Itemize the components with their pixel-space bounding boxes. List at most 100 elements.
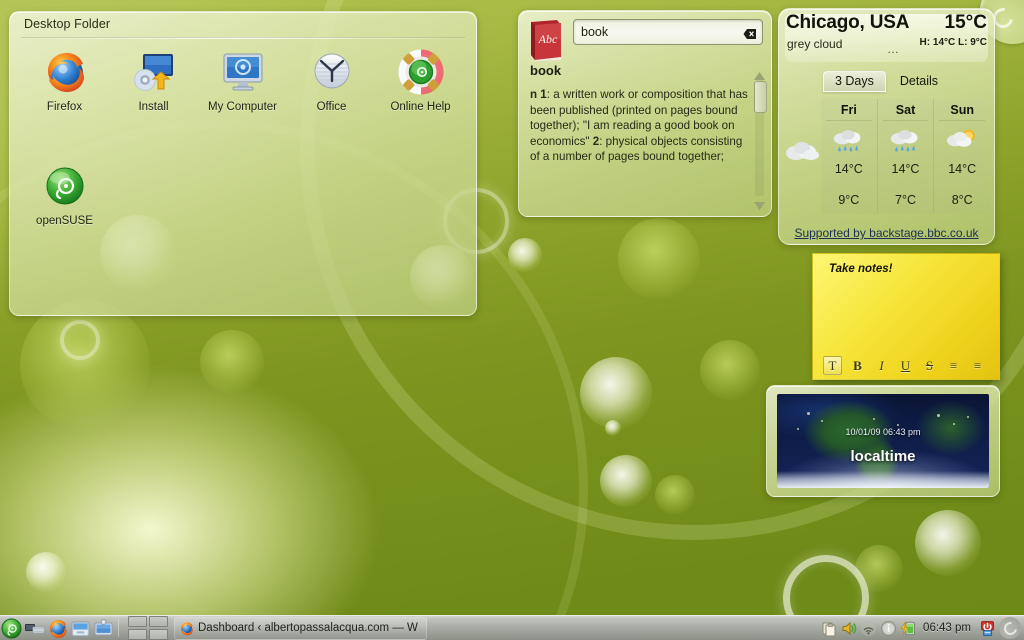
wallpaper-bubble bbox=[915, 510, 981, 576]
panel-separator bbox=[118, 619, 119, 637]
wallpaper-bubble bbox=[618, 218, 700, 300]
desktop-icon-label: Office bbox=[316, 101, 347, 113]
pager-desktop-4[interactable] bbox=[149, 629, 168, 640]
office-clock-icon bbox=[308, 48, 356, 96]
desktop-icon-label: Firefox bbox=[46, 101, 83, 113]
desktop-icon-install[interactable]: Install bbox=[109, 42, 198, 118]
dictionary-search-input[interactable]: book bbox=[573, 19, 763, 45]
worldmap-widget[interactable]: 10/01/09 06:43 pm localtime bbox=[766, 385, 1000, 497]
forecast-day-name: Fri bbox=[840, 103, 857, 117]
tab-details[interactable]: Details bbox=[888, 71, 950, 92]
dictionary-scrollbar[interactable] bbox=[753, 68, 767, 210]
desktop-folder-widget[interactable]: Desktop Folder Firefox Install My Comput… bbox=[9, 11, 477, 316]
dictionary-book-icon: Abc bbox=[527, 19, 565, 61]
taskbar-panel[interactable]: Dashboard ‹ albertopassalacqua.com — W 0… bbox=[0, 615, 1024, 640]
shutdown-logout-icon[interactable] bbox=[979, 620, 996, 637]
forecast-low: 8°C bbox=[951, 193, 973, 207]
city-light bbox=[897, 424, 899, 426]
wallpaper-bubble bbox=[700, 340, 760, 400]
city-light bbox=[873, 418, 875, 420]
weather-widget[interactable]: Chicago, USA 15°C grey cloud … H: 14°C L… bbox=[778, 8, 995, 245]
notifications-info-icon[interactable] bbox=[880, 620, 897, 637]
install-disc-icon bbox=[130, 48, 178, 96]
task-entry[interactable]: Dashboard ‹ albertopassalacqua.com — W bbox=[174, 616, 427, 640]
pager-desktop-2[interactable] bbox=[149, 616, 168, 627]
desktop-pager[interactable] bbox=[128, 616, 168, 640]
desktop-icon-office[interactable]: Office bbox=[287, 42, 376, 118]
network-wireless-icon[interactable] bbox=[860, 620, 877, 637]
weather-location: Chicago, USA bbox=[786, 12, 910, 33]
launcher-display-settings[interactable] bbox=[93, 618, 114, 639]
italic-button[interactable]: I bbox=[873, 357, 890, 374]
city-light bbox=[821, 420, 823, 422]
forecast-divider bbox=[939, 120, 986, 121]
desktop-icon-online-help[interactable]: Online Help bbox=[376, 42, 465, 118]
volume-speaker-icon[interactable] bbox=[840, 620, 857, 637]
desktop-icon-my-computer[interactable]: My Computer bbox=[198, 42, 287, 118]
system-tray: 06:43 pm bbox=[820, 617, 1024, 639]
wallpaper-bubble bbox=[605, 420, 621, 436]
online-help-lifering-icon bbox=[397, 48, 445, 96]
bold-button[interactable]: B bbox=[849, 357, 866, 374]
clear-backspace-icon[interactable] bbox=[743, 27, 757, 39]
weather-tabs: 3 Days Details bbox=[779, 71, 994, 92]
launcher-file-manager[interactable] bbox=[70, 618, 91, 639]
desktop-folder-title: Desktop Folder bbox=[24, 17, 111, 31]
notes-toolbar: T B I U S ≡ ≡ bbox=[823, 356, 986, 375]
weather-ellipsis: … bbox=[887, 42, 900, 56]
cloud-icon bbox=[783, 137, 823, 163]
desktop-icon-label: Install bbox=[138, 101, 169, 113]
align-center-button[interactable]: ≡ bbox=[945, 357, 962, 374]
panel-clock[interactable]: 06:43 pm bbox=[920, 622, 976, 634]
wallpaper-ring bbox=[60, 320, 100, 360]
pager-desktop-1[interactable] bbox=[128, 616, 147, 627]
wallpaper-bubble bbox=[200, 330, 264, 394]
wallpaper-bubble bbox=[20, 300, 150, 430]
notes-widget[interactable]: Take notes! T B I U S ≡ ≡ bbox=[812, 253, 1000, 380]
forecast-day: Fri 14°C 9°C bbox=[821, 99, 877, 214]
wallpaper-bubble bbox=[655, 475, 695, 515]
my-computer-icon bbox=[219, 48, 267, 96]
font-button[interactable]: T bbox=[823, 356, 842, 375]
scrollbar-thumb[interactable] bbox=[754, 81, 767, 113]
forecast-low: 7°C bbox=[895, 193, 916, 207]
show-desktop[interactable] bbox=[24, 618, 45, 639]
clipboard-klipper-icon[interactable] bbox=[820, 620, 837, 637]
worldmap-timestamp: 10/01/09 06:43 pm bbox=[845, 427, 921, 437]
forecast-day-name: Sun bbox=[950, 103, 974, 117]
battery-charging-icon[interactable] bbox=[900, 620, 917, 637]
dictionary-widget[interactable]: Abc book book n 1: a written work or com… bbox=[518, 10, 772, 217]
wallpaper-bubble bbox=[26, 552, 66, 592]
weather-current-temperature: 15°C bbox=[944, 12, 987, 33]
desktop-icon-opensuse[interactable]: openSUSE bbox=[20, 156, 109, 232]
kickoff-opensuse-menu[interactable] bbox=[1, 618, 22, 639]
panel-cashew-icon[interactable] bbox=[999, 617, 1021, 639]
forecast-divider bbox=[882, 120, 929, 121]
notes-text-area[interactable]: Take notes! bbox=[829, 263, 989, 275]
desktop-icon-firefox[interactable]: Firefox bbox=[20, 42, 109, 118]
forecast-divider bbox=[826, 120, 872, 121]
pager-column bbox=[149, 616, 168, 640]
strikethrough-button[interactable]: S bbox=[921, 357, 938, 374]
antarctica-icecap bbox=[777, 471, 989, 488]
forecast-high: 14°C bbox=[834, 162, 863, 176]
scroll-down-arrow-icon[interactable] bbox=[753, 198, 766, 210]
scroll-up-arrow-icon[interactable] bbox=[753, 68, 766, 80]
city-light bbox=[807, 412, 810, 415]
weather-high-low: H: 14°C L: 9°C bbox=[919, 37, 987, 48]
wallpaper-bubble bbox=[855, 545, 903, 593]
launcher-firefox[interactable] bbox=[47, 618, 68, 639]
pager-desktop-3[interactable] bbox=[128, 629, 147, 640]
city-light bbox=[937, 414, 940, 417]
task-list: Dashboard ‹ albertopassalacqua.com — W bbox=[174, 616, 820, 640]
weather-credit-link[interactable]: Supported by backstage.bbc.co.uk bbox=[779, 226, 994, 240]
underline-button[interactable]: U bbox=[897, 357, 914, 374]
worldmap-label: localtime bbox=[850, 448, 916, 465]
svg-text:Abc: Abc bbox=[538, 32, 558, 46]
dictionary-headword: book bbox=[530, 63, 562, 78]
tab-3-days[interactable]: 3 Days bbox=[822, 71, 886, 92]
desktop-root[interactable]: Desktop Folder Firefox Install My Comput… bbox=[0, 0, 1024, 640]
desktop-icon-label: Online Help bbox=[390, 101, 451, 113]
align-justify-button[interactable]: ≡ bbox=[969, 357, 986, 374]
definition-marker: n 1 bbox=[530, 88, 547, 101]
